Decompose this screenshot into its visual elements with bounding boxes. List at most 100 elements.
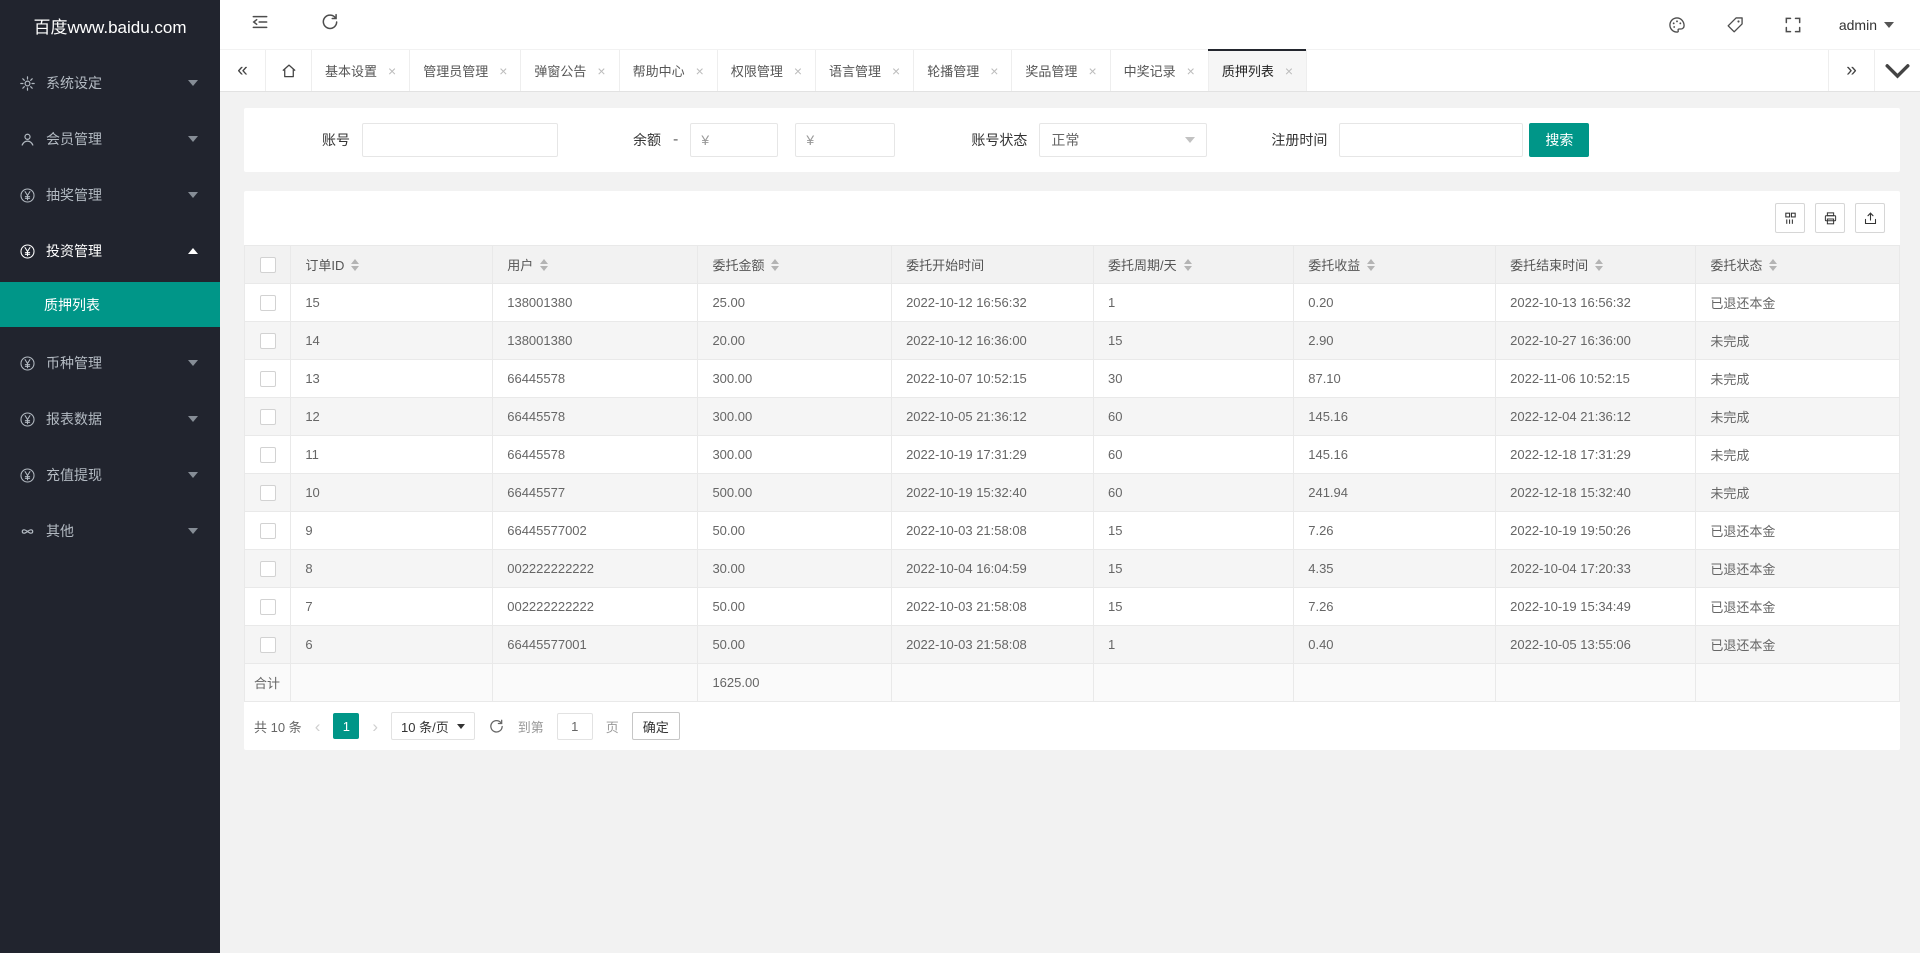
theme-palette-icon[interactable]: [1667, 15, 1687, 35]
sort-icon[interactable]: [771, 258, 780, 271]
page-size-select[interactable]: 10 条/页: [391, 712, 475, 740]
sort-icon[interactable]: [1595, 258, 1604, 271]
column-header[interactable]: 委托状态: [1695, 245, 1900, 284]
reload-table-icon[interactable]: [488, 718, 505, 735]
sidebar-item-currency-management[interactable]: 币种管理: [0, 335, 220, 391]
next-page-button[interactable]: ›: [372, 718, 378, 735]
column-header[interactable]: 委托结束时间: [1495, 245, 1697, 284]
tab-basic-settings[interactable]: 基本设置 ×: [312, 50, 411, 91]
scroll-tabs-right-button[interactable]: »: [1828, 50, 1874, 91]
close-icon[interactable]: ×: [388, 63, 396, 79]
row-checkbox[interactable]: [259, 522, 276, 539]
sidebar-subitem-pledge-list[interactable]: 质押列表: [0, 282, 220, 327]
tag-icon[interactable]: [1725, 15, 1745, 35]
row-checkbox[interactable]: [259, 598, 276, 615]
column-header[interactable]: 委托收益: [1293, 245, 1497, 284]
search-button[interactable]: 搜索: [1529, 123, 1590, 157]
gear-icon: [19, 75, 36, 92]
row-checkbox[interactable]: [259, 560, 276, 577]
row-checkbox[interactable]: [259, 408, 276, 425]
row-checkbox[interactable]: [259, 332, 276, 349]
sidebar-item-lottery-management[interactable]: 抽奖管理: [0, 167, 220, 223]
refresh-icon[interactable]: [320, 12, 340, 32]
register-time-label: 注册时间: [1271, 132, 1328, 148]
table-panel: 订单ID 用户 委托金额 委托开始时间 委托周期/天 委托收益 委托结束时间 委托状态 15 1…: [243, 191, 1900, 750]
tab-label: 中奖记录: [1123, 64, 1176, 79]
row-checkbox[interactable]: [259, 446, 276, 463]
row-checkbox[interactable]: [259, 294, 276, 311]
user-menu[interactable]: admin: [1839, 17, 1894, 33]
print-button[interactable]: [1815, 203, 1845, 233]
tab-label: 奖品管理: [1025, 64, 1078, 79]
sidebar-item-invest-management[interactable]: 投资管理: [0, 223, 220, 279]
collapse-menu-icon[interactable]: [250, 12, 270, 32]
prev-page-button[interactable]: ‹: [315, 718, 321, 735]
summary-empty-cell: [492, 663, 699, 702]
chevron-down-icon: [188, 192, 198, 198]
tab-language[interactable]: 语言管理 ×: [816, 50, 915, 91]
row-checkbox[interactable]: [259, 636, 276, 653]
tab-label: 弹窗公告: [534, 64, 587, 79]
close-icon[interactable]: ×: [892, 63, 900, 79]
close-icon[interactable]: ×: [794, 63, 802, 79]
sort-icon[interactable]: [1183, 258, 1192, 271]
close-icon[interactable]: ×: [1187, 63, 1195, 79]
table-cell: 2022-10-12 16:36:00: [891, 321, 1094, 360]
close-icon[interactable]: ×: [499, 63, 507, 79]
close-icon[interactable]: ×: [990, 63, 998, 79]
tab-options-button[interactable]: [1874, 50, 1920, 91]
sidebar-item-label: 报表数据: [46, 411, 102, 427]
tab-admin-management[interactable]: 管理员管理 ×: [410, 50, 522, 91]
summary-empty-cell: [891, 663, 1094, 702]
column-header[interactable]: 订单ID: [290, 245, 494, 284]
account-status-select[interactable]: 正常: [1039, 123, 1208, 157]
register-time-input[interactable]: [1339, 123, 1524, 157]
export-button[interactable]: [1855, 203, 1885, 233]
filter-panel: 账号 余额 - 账号状态 正常 注册时间: [244, 108, 1900, 172]
table-toolbar: [244, 191, 1900, 245]
home-tab-button[interactable]: [266, 50, 312, 91]
sidebar-item-system-settings[interactable]: 系统设定: [0, 55, 220, 111]
close-icon[interactable]: ×: [696, 63, 704, 79]
column-header[interactable]: 用户: [492, 245, 699, 284]
tab-permission[interactable]: 权限管理 ×: [717, 50, 817, 91]
tab-winning-records[interactable]: 中奖记录 ×: [1110, 50, 1209, 91]
fullscreen-icon[interactable]: [1783, 15, 1803, 35]
toggle-columns-button[interactable]: [1775, 203, 1805, 233]
table-cell: 未完成: [1695, 435, 1900, 474]
balance-max-input[interactable]: [795, 123, 896, 157]
column-header[interactable]: 委托金额: [697, 245, 893, 284]
table-cell: 15: [290, 283, 494, 322]
sort-icon[interactable]: [1367, 258, 1376, 271]
tab-prize-management[interactable]: 奖品管理 ×: [1012, 50, 1111, 91]
page-number-button[interactable]: 1: [333, 713, 360, 739]
tab-help-center[interactable]: 帮助中心 ×: [619, 50, 718, 91]
table-cell: 300.00: [697, 397, 893, 436]
goto-confirm-button[interactable]: 确定: [631, 712, 680, 740]
close-icon[interactable]: ×: [1285, 63, 1293, 79]
sort-icon[interactable]: [1769, 258, 1778, 271]
sort-icon[interactable]: [351, 258, 360, 271]
balance-min-input[interactable]: [690, 123, 779, 157]
close-icon[interactable]: ×: [597, 63, 605, 79]
table-cell: 145.16: [1293, 397, 1497, 436]
close-icon[interactable]: ×: [1088, 63, 1096, 79]
row-checkbox[interactable]: [259, 484, 276, 501]
table-cell: 2022-10-13 16:56:32: [1495, 283, 1697, 322]
scroll-tabs-left-button[interactable]: «: [220, 50, 266, 91]
sidebar-item-label: 抽奖管理: [46, 187, 102, 203]
sidebar-item-member-management[interactable]: 会员管理: [0, 111, 220, 167]
column-header[interactable]: 委托周期/天: [1092, 245, 1295, 284]
tab-popup-notice[interactable]: 弹窗公告 ×: [521, 50, 620, 91]
tab-pledge-list[interactable]: 质押列表 ×: [1207, 49, 1308, 91]
sort-icon[interactable]: [540, 258, 549, 271]
table-cell: 66445577001: [492, 625, 699, 664]
tab-carousel[interactable]: 轮播管理 ×: [914, 50, 1013, 91]
sidebar-item-recharge-withdraw[interactable]: 充值提现: [0, 447, 220, 503]
sidebar-item-report-data[interactable]: 报表数据: [0, 391, 220, 447]
sidebar-item-other[interactable]: 其他: [0, 503, 220, 559]
row-checkbox[interactable]: [259, 370, 276, 387]
account-input[interactable]: [362, 123, 558, 157]
select-all-checkbox[interactable]: [259, 256, 276, 273]
goto-page-input[interactable]: [556, 712, 593, 740]
